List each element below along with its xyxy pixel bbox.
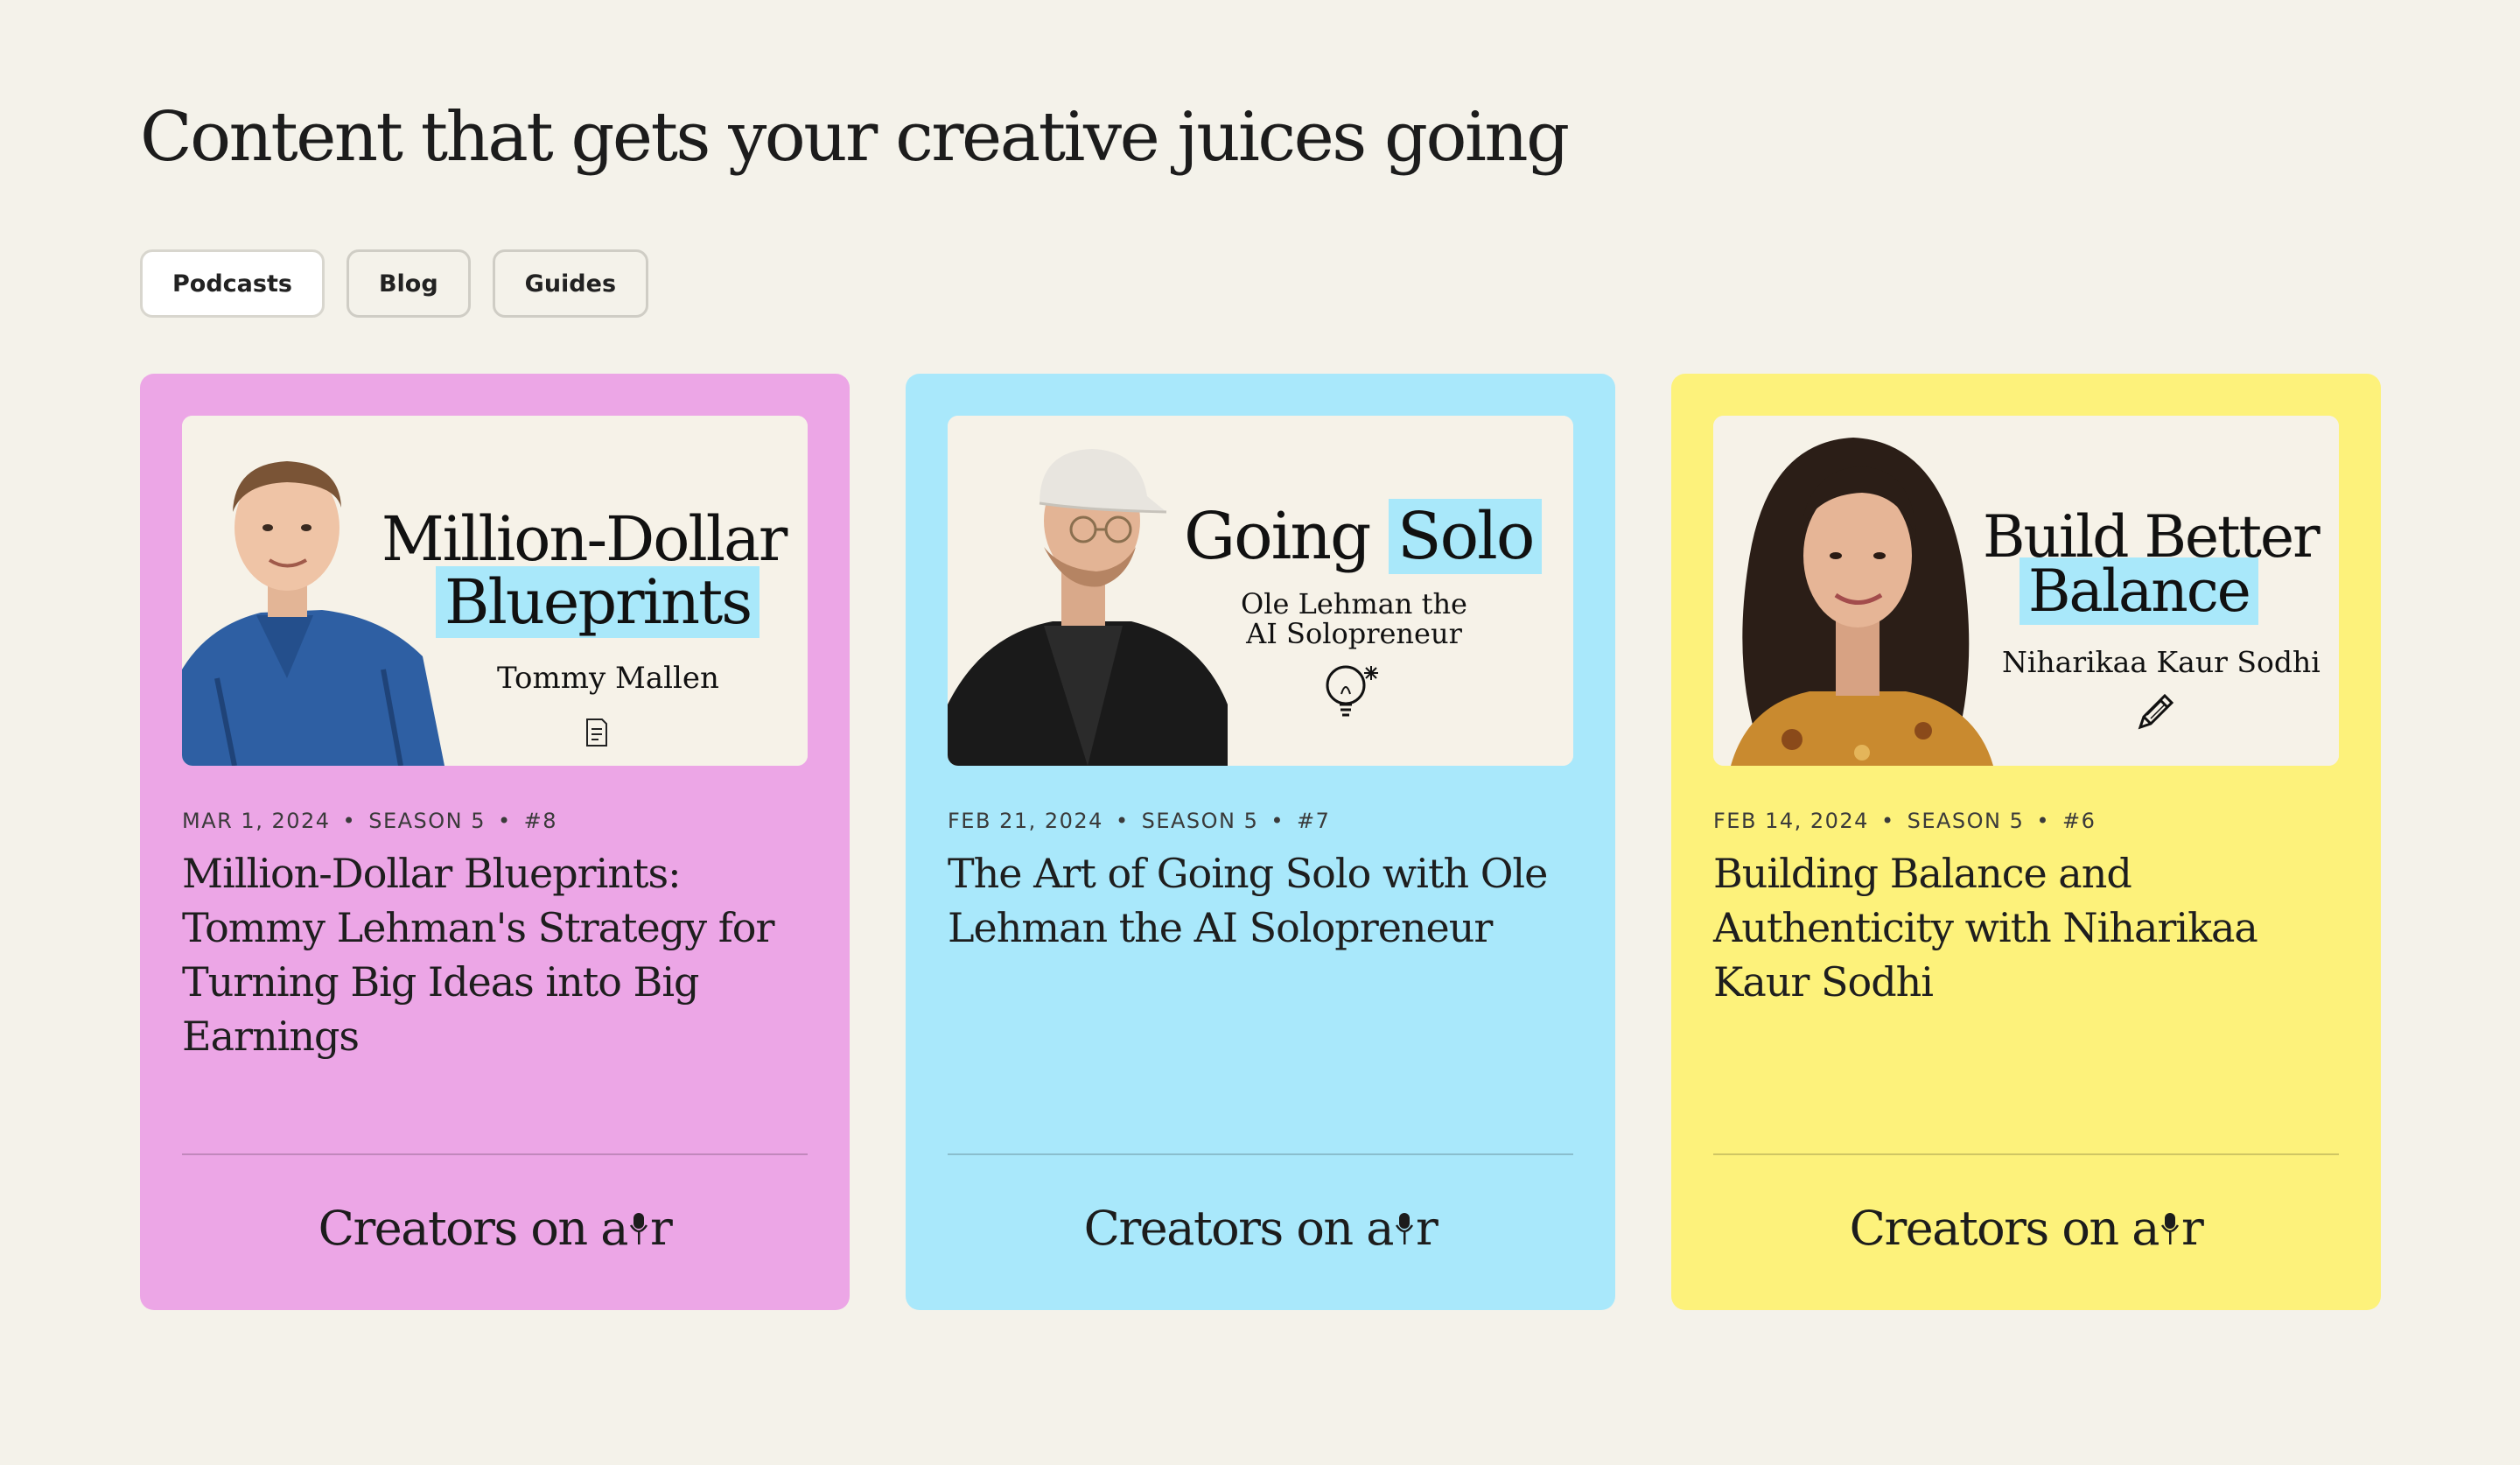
episode-thumbnail: Build Better Balance Niharikaa Kaur Sodh… bbox=[1713, 416, 2339, 766]
episode-title[interactable]: Million-Dollar Blueprints: Tommy Lehman'… bbox=[182, 846, 812, 1063]
episode-season: SEASON 5 bbox=[1907, 809, 2025, 833]
thumbnail-guest-name: Ole Lehman the AI Solopreneur bbox=[1241, 587, 1467, 650]
thumbnail-heading: Going Solo bbox=[1184, 499, 1543, 574]
podcast-card[interactable]: Build Better Balance Niharikaa Kaur Sodh… bbox=[1671, 374, 2381, 1310]
episode-date: MAR 1, 2024 bbox=[182, 809, 331, 833]
card-divider bbox=[948, 1153, 1573, 1155]
podcast-brand-logo: Creators on ar bbox=[318, 1201, 673, 1256]
microphone-icon bbox=[1395, 1213, 1414, 1244]
thumbnail-guest-name: Tommy Mallen bbox=[497, 661, 719, 696]
pencil-icon bbox=[2138, 693, 2174, 730]
document-icon bbox=[586, 718, 607, 747]
episode-date: FEB 21, 2024 bbox=[948, 809, 1103, 833]
card-divider bbox=[182, 1153, 808, 1155]
podcast-card[interactable]: Million-Dollar Blueprints Tommy Mallen M… bbox=[140, 374, 850, 1310]
episode-meta: FEB 14, 2024 • SEASON 5 • #6 bbox=[1713, 809, 2096, 833]
episode-thumbnail: Million-Dollar Blueprints Tommy Mallen bbox=[182, 416, 808, 766]
episode-season: SEASON 5 bbox=[1141, 809, 1259, 833]
lightbulb-icon bbox=[1326, 665, 1378, 717]
thumbnail-heading-line1: Million-Dollar bbox=[382, 503, 788, 575]
filter-guides-button[interactable]: Guides bbox=[492, 249, 649, 318]
filter-podcasts-button[interactable]: Podcasts bbox=[140, 249, 325, 318]
microphone-icon bbox=[629, 1213, 648, 1244]
content-filter-tabs: Podcasts Blog Guides bbox=[140, 249, 649, 318]
microphone-icon bbox=[2160, 1213, 2180, 1244]
page-title: Content that gets your creative juices g… bbox=[140, 98, 1570, 177]
episode-number: #7 bbox=[1297, 809, 1331, 833]
episode-season: SEASON 5 bbox=[368, 809, 486, 833]
thumbnail-heading-line2: Blueprints bbox=[436, 566, 760, 638]
episode-title[interactable]: The Art of Going Solo with Ole Lehman th… bbox=[948, 846, 1578, 955]
episode-meta: MAR 1, 2024 • SEASON 5 • #8 bbox=[182, 809, 558, 833]
episode-meta: FEB 21, 2024 • SEASON 5 • #7 bbox=[948, 809, 1331, 833]
episode-title[interactable]: Building Balance and Authenticity with N… bbox=[1713, 846, 2343, 1009]
episode-number: #6 bbox=[2062, 809, 2096, 833]
thumbnail-guest-name: Niharikaa Kaur Sodhi bbox=[2002, 645, 2320, 679]
card-divider bbox=[1713, 1153, 2339, 1155]
podcast-card[interactable]: Going Solo Ole Lehman the AI Solopreneur … bbox=[906, 374, 1615, 1310]
podcast-brand-logo: Creators on ar bbox=[1083, 1201, 1438, 1256]
episode-date: FEB 14, 2024 bbox=[1713, 809, 1869, 833]
filter-blog-button[interactable]: Blog bbox=[346, 249, 471, 318]
thumbnail-heading-line2: Balance bbox=[2020, 557, 2258, 625]
episode-thumbnail: Going Solo Ole Lehman the AI Solopreneur bbox=[948, 416, 1573, 766]
podcast-brand-logo: Creators on ar bbox=[1849, 1201, 2204, 1256]
episode-number: #8 bbox=[523, 809, 558, 833]
